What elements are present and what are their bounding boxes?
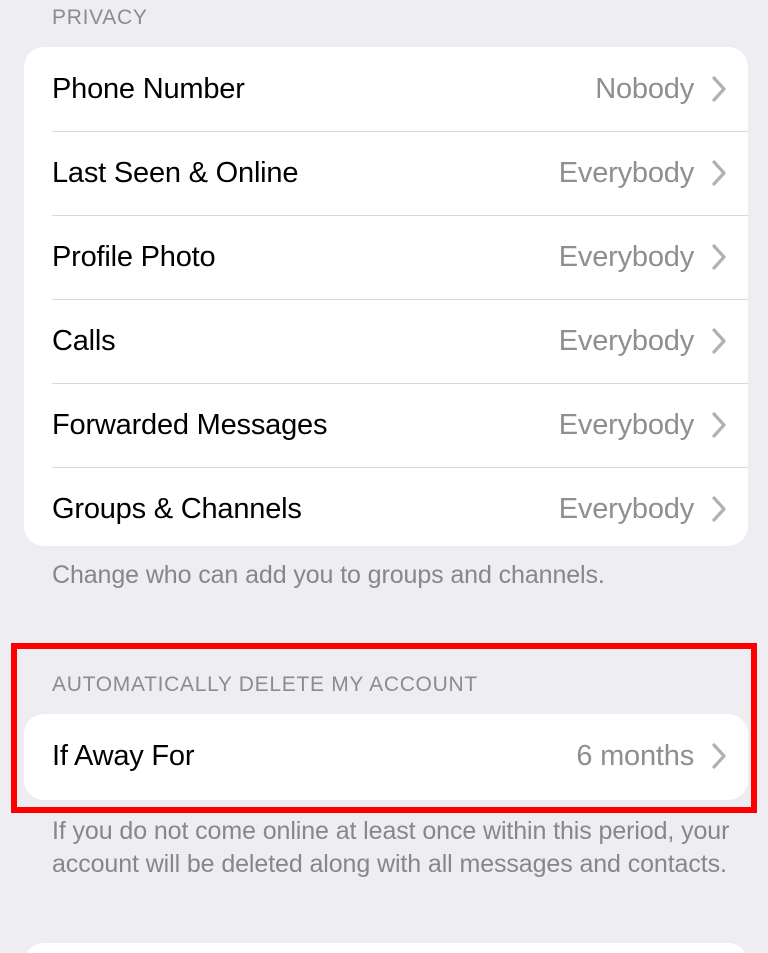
list-item-value: Nobody bbox=[595, 72, 694, 105]
list-item-accessory: Everybody bbox=[559, 157, 728, 190]
chevron-right-icon bbox=[712, 495, 728, 523]
chevron-right-icon bbox=[712, 411, 728, 439]
privacy-section-footer: Change who can add you to groups and cha… bbox=[52, 561, 605, 589]
list-item-label: Calls bbox=[52, 324, 116, 357]
list-item-label: Profile Photo bbox=[52, 240, 216, 273]
privacy-settings-card: Phone Number Nobody Last Seen & Online E… bbox=[24, 47, 748, 546]
list-item-accessory: Everybody bbox=[559, 325, 728, 358]
list-item-last-seen-online[interactable]: Last Seen & Online Everybody bbox=[24, 131, 748, 215]
auto-delete-settings-card: If Away For 6 months bbox=[24, 714, 748, 800]
chevron-right-icon bbox=[712, 159, 728, 187]
auto-delete-section-header: AUTOMATICALLY DELETE MY ACCOUNT bbox=[52, 673, 478, 696]
list-item-accessory: 6 months bbox=[576, 740, 728, 773]
list-item-calls[interactable]: Calls Everybody bbox=[24, 299, 748, 383]
list-item-value: 6 months bbox=[576, 739, 694, 772]
list-item-accessory: Everybody bbox=[559, 409, 728, 442]
list-item-label: Last Seen & Online bbox=[52, 156, 299, 189]
chevron-right-icon bbox=[712, 742, 728, 770]
list-item-accessory: Everybody bbox=[559, 241, 728, 274]
list-item-label: Phone Number bbox=[52, 72, 245, 105]
chevron-right-icon bbox=[712, 243, 728, 271]
list-item-groups-channels[interactable]: Groups & Channels Everybody bbox=[24, 467, 748, 551]
list-item-value: Everybody bbox=[558, 156, 694, 189]
list-item-profile-photo[interactable]: Profile Photo Everybody bbox=[24, 215, 748, 299]
list-item-label: Groups & Channels bbox=[52, 492, 302, 525]
list-item-value: Everybody bbox=[558, 324, 694, 357]
auto-delete-section-footer: If you do not come online at least once … bbox=[52, 817, 730, 878]
chevron-right-icon bbox=[712, 327, 728, 355]
list-item-label: Forwarded Messages bbox=[52, 408, 328, 441]
list-item-value: Everybody bbox=[558, 408, 694, 441]
list-item-if-away-for[interactable]: If Away For 6 months bbox=[24, 714, 748, 798]
list-item-accessory: Everybody bbox=[559, 493, 728, 526]
list-item-value: Everybody bbox=[558, 240, 694, 273]
list-item-accessory: Nobody bbox=[595, 73, 728, 106]
next-settings-card-partial bbox=[24, 943, 748, 953]
chevron-right-icon bbox=[712, 75, 728, 103]
privacy-section-header: PRIVACY bbox=[52, 6, 148, 29]
list-item-value: Everybody bbox=[558, 492, 694, 525]
list-item-forwarded-messages[interactable]: Forwarded Messages Everybody bbox=[24, 383, 748, 467]
list-item-phone-number[interactable]: Phone Number Nobody bbox=[24, 47, 748, 131]
list-item-label: If Away For bbox=[52, 739, 195, 772]
